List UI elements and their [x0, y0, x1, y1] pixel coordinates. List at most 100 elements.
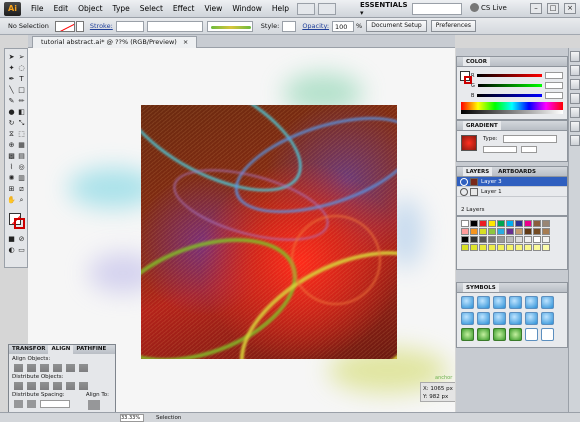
visibility-eye-icon[interactable] — [460, 177, 468, 186]
zoom-tool-icon[interactable]: ⌕ — [17, 196, 26, 205]
lasso-tool-icon[interactable]: ◌ — [17, 64, 26, 73]
swatch[interactable] — [515, 228, 523, 235]
swatch[interactable] — [470, 236, 478, 243]
gradient-type-select[interactable] — [503, 135, 557, 143]
swatch[interactable] — [479, 220, 487, 227]
menu-window[interactable]: Window — [227, 4, 267, 13]
swatch[interactable] — [533, 228, 541, 235]
swatch[interactable] — [506, 236, 514, 243]
align-hcenter-icon[interactable] — [27, 364, 36, 372]
color-r-field[interactable] — [545, 72, 563, 79]
gradient-angle-field[interactable] — [483, 146, 517, 153]
swatch[interactable] — [461, 228, 469, 235]
none-mode-icon[interactable]: ⊘ — [17, 235, 26, 244]
gradient-ratio-field[interactable] — [521, 146, 537, 153]
rectangle-tool-icon[interactable]: □ — [17, 86, 26, 95]
swatch[interactable] — [506, 220, 514, 227]
swatch[interactable] — [497, 236, 505, 243]
info-panel-icon[interactable] — [570, 135, 580, 146]
symbol-item[interactable] — [493, 328, 506, 341]
type-tool-icon[interactable]: T — [17, 75, 26, 84]
help-search-input[interactable] — [412, 3, 462, 15]
symbol-item[interactable] — [477, 312, 490, 325]
tab-pathfinder[interactable]: PATHFINE — [73, 345, 109, 354]
maximize-icon[interactable]: □ — [547, 3, 559, 14]
symbol-item[interactable] — [493, 312, 506, 325]
hand-tool-icon[interactable]: ✋ — [7, 196, 16, 205]
arrange-documents-button[interactable] — [318, 2, 336, 15]
preferences-button[interactable]: Preferences — [430, 20, 476, 32]
slice-tool-icon[interactable]: ⧄ — [17, 185, 26, 194]
symbol-item[interactable] — [477, 328, 490, 341]
symbol-item[interactable] — [477, 296, 490, 309]
transparency-panel-icon[interactable] — [570, 65, 580, 76]
swatch[interactable] — [470, 228, 478, 235]
symbol-item[interactable] — [509, 312, 522, 325]
eyedropper-tool-icon[interactable]: ⌇ — [7, 163, 16, 172]
swatch[interactable] — [461, 236, 469, 243]
stroke-panel-icon[interactable] — [570, 51, 580, 62]
swatch[interactable] — [542, 228, 550, 235]
swatch[interactable] — [542, 236, 550, 243]
swatch[interactable] — [479, 236, 487, 243]
swatch[interactable] — [524, 236, 532, 243]
swatch[interactable] — [488, 244, 496, 251]
fill-swatch[interactable] — [54, 20, 75, 32]
mesh-tool-icon[interactable]: ▩ — [7, 152, 16, 161]
blend-tool-icon[interactable]: ◎ — [17, 163, 26, 172]
blob-brush-tool-icon[interactable]: ● — [7, 108, 16, 117]
stroke-weight-field[interactable] — [115, 20, 144, 32]
opacity-label[interactable]: Opacity: — [302, 22, 329, 30]
swatch[interactable] — [488, 228, 496, 235]
symbol-item[interactable] — [461, 296, 474, 309]
swatch[interactable] — [533, 244, 541, 251]
color-stroke-icon[interactable] — [464, 76, 472, 84]
align-top-icon[interactable] — [53, 364, 62, 372]
swatch[interactable] — [506, 228, 514, 235]
swatch[interactable] — [515, 220, 523, 227]
menu-select[interactable]: Select — [135, 4, 168, 13]
color-bw-strip[interactable] — [461, 110, 563, 114]
tab-layers[interactable]: LAYERS — [463, 167, 493, 176]
distribute-right-icon[interactable] — [79, 382, 88, 390]
magic-wand-tool-icon[interactable]: ✦ — [7, 64, 16, 73]
swatch[interactable] — [542, 244, 550, 251]
symbol-item[interactable] — [461, 312, 474, 325]
close-icon[interactable]: × — [564, 3, 576, 14]
swatch[interactable] — [497, 220, 505, 227]
line-tool-icon[interactable]: ╲ — [7, 86, 16, 95]
graphic-styles-panel-icon[interactable] — [570, 93, 580, 104]
align-left-icon[interactable] — [14, 364, 23, 372]
stroke-label[interactable]: Stroke: — [90, 22, 113, 30]
layer-row-layer-3[interactable]: Layer 3 — [457, 177, 567, 187]
fill-stroke-selector[interactable] — [9, 213, 25, 229]
swatch[interactable] — [488, 220, 496, 227]
gradient-tool-icon[interactable]: ▤ — [17, 152, 26, 161]
menu-edit[interactable]: Edit — [49, 4, 74, 13]
eraser-tool-icon[interactable]: ◧ — [17, 108, 26, 117]
color-b-slider[interactable] — [477, 94, 542, 97]
align-to-selection-icon[interactable] — [88, 400, 100, 410]
swatch[interactable] — [461, 220, 469, 227]
swatch[interactable] — [542, 220, 550, 227]
distribute-vcenter-icon[interactable] — [27, 382, 36, 390]
symbol-item[interactable] — [541, 296, 554, 309]
swatch[interactable] — [524, 228, 532, 235]
width-tool-icon[interactable]: ⧖ — [7, 130, 16, 139]
workspace-switcher[interactable]: ESSENTIALS ▾ — [360, 1, 410, 17]
stroke-color-icon[interactable] — [14, 218, 25, 229]
color-mode-icon[interactable]: ■ — [7, 235, 16, 244]
style-swatch[interactable] — [282, 20, 297, 32]
brush-definition[interactable] — [206, 20, 253, 32]
symbols-panel-tab[interactable]: SYMBOLS — [457, 283, 567, 293]
align-vcenter-icon[interactable] — [66, 364, 75, 372]
symbol-item[interactable] — [461, 328, 474, 341]
screen-mode-icon[interactable]: ▭ — [17, 246, 26, 255]
scale-tool-icon[interactable]: ⤡ — [17, 119, 26, 128]
direct-selection-tool-icon[interactable]: ➢ — [17, 53, 26, 62]
symbol-item[interactable] — [525, 328, 538, 341]
fill-dropdown-icon[interactable] — [75, 20, 84, 32]
artboard-tool-icon[interactable]: ⊞ — [7, 185, 16, 194]
symbol-sprayer-tool-icon[interactable]: ✺ — [7, 174, 16, 183]
menu-view[interactable]: View — [200, 4, 228, 13]
